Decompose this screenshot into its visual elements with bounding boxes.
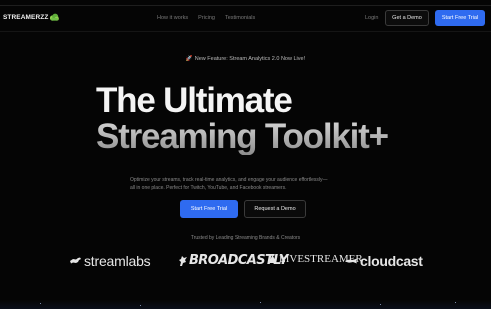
hero-subtitle: Optimize your streams, track real-time a… (130, 176, 370, 192)
nav-link-testimonials[interactable]: Testimonials (225, 15, 255, 21)
bottom-gradient (0, 300, 491, 309)
trusted-by-label: Trusted by Leading Streaming Brands & Cr… (190, 235, 301, 241)
hero-subtitle-line-2: all in one place. Perfect for Twitch, Yo… (130, 185, 287, 191)
nav-divider (0, 31, 491, 32)
hero-title-line-1: The Ultimate (96, 81, 293, 120)
announcement-banner[interactable]: 🚀 New Feature: Stream Analytics 2.0 Now L… (0, 56, 491, 62)
logo-cloudcast-text: cloudcast (360, 253, 423, 269)
top-border (0, 5, 491, 6)
start-free-trial-button[interactable]: Start Free Trial (180, 200, 238, 218)
announcement-text: New Feature: Stream Analytics 2.0 Now Li… (194, 56, 306, 62)
rocket-icon: 🚀 (185, 56, 193, 62)
request-demo-button[interactable]: Request a Demo (244, 200, 306, 218)
logo-streamlabs: streamlabs (69, 253, 151, 269)
logo-cloudcast: cloudcast (344, 253, 423, 269)
nav-link-pricing[interactable]: Pricing (198, 15, 215, 21)
start-trial-nav-button[interactable]: Start Free Trial (435, 10, 485, 26)
login-link[interactable]: Login (365, 15, 378, 21)
triangle-icon (268, 255, 277, 263)
hero-title: The Ultimate Streaming Toolkit+ (96, 83, 416, 155)
get-demo-button[interactable]: Get a Demo (385, 10, 429, 26)
star-dot (40, 303, 41, 304)
nav-link-how-it-works[interactable]: How it works (157, 15, 188, 21)
star-dot (260, 302, 261, 303)
wolf-icon (179, 255, 187, 266)
brand-logo[interactable]: STREAMERZZ (3, 13, 60, 22)
star-dot (380, 304, 381, 305)
cloud-logo-icon (50, 13, 60, 21)
main-nav: How it works Pricing Testimonials (157, 15, 255, 21)
whale-icon (345, 258, 357, 264)
hero-subtitle-line-1: Optimize your streams, track real-time a… (130, 177, 328, 183)
brand-name: STREAMERZZ (3, 14, 49, 21)
star-dot (140, 305, 141, 306)
kangaroo-icon (70, 257, 81, 264)
hero-title-line-2: Streaming Toolkit+ (96, 119, 416, 155)
logo-streamlabs-text: streamlabs (84, 253, 151, 269)
star-dot (455, 302, 456, 303)
